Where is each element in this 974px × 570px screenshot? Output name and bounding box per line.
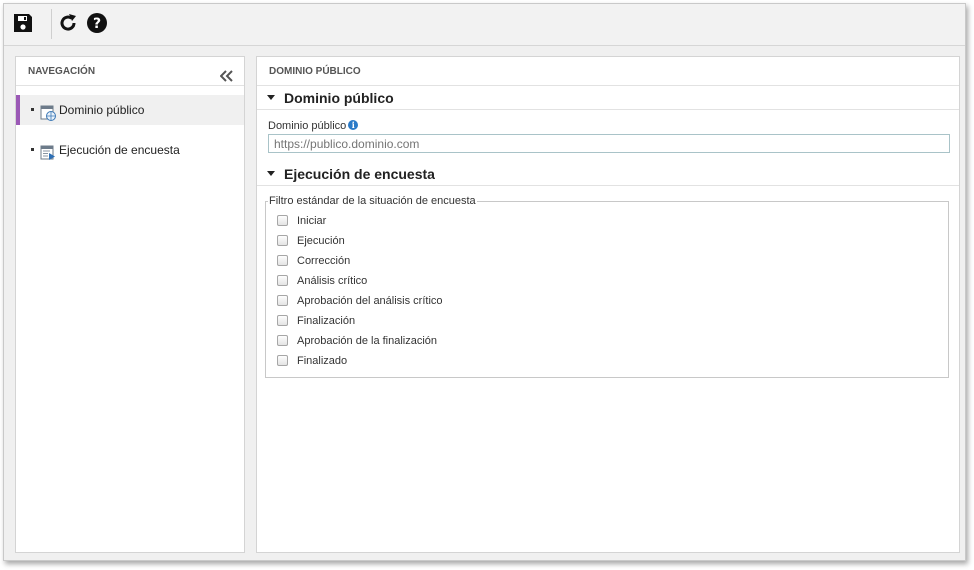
checkbox-label: Iniciar	[297, 215, 327, 227]
survey-status-filter-group: Filtro estándar de la situación de encue…	[265, 194, 949, 378]
checkbox-label: Aprobación del análisis crítico	[297, 295, 443, 307]
field-label-text: Dominio público	[268, 120, 347, 132]
main-panel: DOMINIO PÚBLICO Dominio público Dominio …	[256, 56, 960, 553]
checkbox[interactable]	[277, 235, 288, 246]
info-icon[interactable]: i	[348, 120, 359, 130]
bullet	[31, 108, 34, 111]
section-title: Ejecución de encuesta	[284, 166, 435, 182]
section-title: Dominio público	[284, 90, 394, 106]
dominio-publico-field-label: Dominio público i	[268, 120, 959, 132]
checkbox-label: Ejecución	[297, 235, 345, 247]
navigation-header: NAVEGACIÓN	[16, 57, 244, 86]
toolbar-separator	[51, 9, 52, 39]
app-window: ? NAVEGACIÓN Dominio público Ejecución d…	[3, 3, 966, 561]
checkbox[interactable]	[277, 315, 288, 326]
nav-item-ejecucion-de-encuesta[interactable]: Ejecución de encuesta	[16, 135, 244, 165]
filter-option-finalizacion[interactable]: Finalización	[266, 311, 948, 331]
survey-execution-icon	[40, 142, 56, 160]
checkbox-label: Análisis crítico	[297, 275, 368, 287]
nav-item-dominio-publico[interactable]: Dominio público	[16, 95, 244, 125]
bullet	[31, 148, 34, 151]
checkbox-label: Finalización	[297, 315, 356, 327]
web-page-icon	[40, 102, 56, 121]
filter-option-correccion[interactable]: Corrección	[266, 251, 948, 271]
navigation-panel: NAVEGACIÓN Dominio público Ejecución de …	[15, 56, 245, 553]
save-icon[interactable]	[12, 12, 34, 34]
caret-down-icon	[267, 95, 275, 100]
checkbox-label: Aprobación de la finalización	[297, 335, 438, 347]
dominio-publico-input[interactable]	[268, 134, 950, 153]
toolbar: ?	[4, 4, 965, 46]
collapse-double-chevron-icon[interactable]	[219, 65, 234, 82]
checkbox[interactable]	[277, 335, 288, 346]
filter-option-aprobacion-analisis-critico[interactable]: Aprobación del análisis crítico	[266, 291, 948, 311]
filter-option-ejecucion[interactable]: Ejecución	[266, 231, 948, 251]
checkbox-label: Finalizado	[297, 355, 348, 367]
section-ejecucion-de-encuesta-header[interactable]: Ejecución de encuesta	[257, 162, 959, 186]
checkbox[interactable]	[277, 355, 288, 366]
nav-item-label: Ejecución de encuesta	[59, 143, 180, 157]
filter-option-finalizado[interactable]: Finalizado	[266, 351, 948, 371]
filter-option-iniciar[interactable]: Iniciar	[266, 211, 948, 231]
navigation-title: NAVEGACIÓN	[28, 66, 96, 77]
nav-item-label: Dominio público	[59, 103, 145, 117]
filter-option-analisis-critico[interactable]: Análisis crítico	[266, 271, 948, 291]
checkbox[interactable]	[277, 255, 288, 266]
caret-down-icon	[267, 171, 275, 176]
checkbox[interactable]	[277, 215, 288, 226]
filter-group-legend: Filtro estándar de la situación de encue…	[268, 194, 477, 208]
filter-option-aprobacion-finalizacion[interactable]: Aprobación de la finalización	[266, 331, 948, 351]
checkbox[interactable]	[277, 295, 288, 306]
refresh-icon[interactable]	[57, 12, 79, 34]
main-title: DOMINIO PÚBLICO	[269, 66, 361, 77]
main-header: DOMINIO PÚBLICO	[257, 57, 959, 86]
checkbox-label: Corrección	[297, 255, 351, 267]
section-dominio-publico-header[interactable]: Dominio público	[257, 86, 959, 110]
svg-text:?: ?	[93, 16, 101, 32]
help-icon[interactable]: ?	[86, 12, 108, 34]
checkbox[interactable]	[277, 275, 288, 286]
